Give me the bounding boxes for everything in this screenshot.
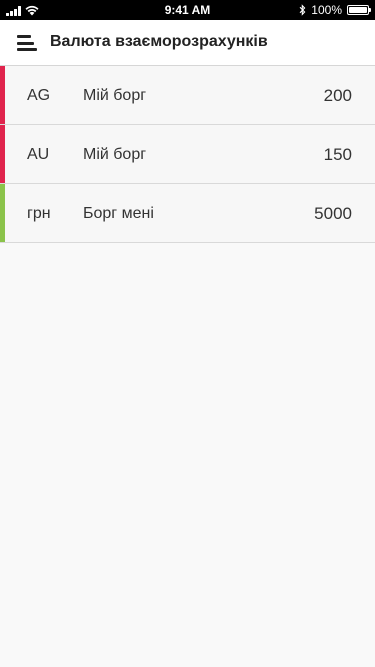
status-bar: 9:41 AM 100% [0, 0, 375, 20]
list-item[interactable]: AG Мій борг 200 [0, 66, 375, 125]
row-amount: 5000 [314, 204, 352, 223]
row-amount: 200 [323, 86, 352, 105]
battery-percent: 100% [311, 3, 342, 17]
status-right-group: 100% [299, 3, 371, 17]
list-item[interactable]: грн Борг мені 5000 [0, 184, 375, 243]
list-item[interactable]: AU Мій борг 150 [0, 125, 375, 184]
row-accent-stripe [0, 66, 5, 124]
battery-icon [347, 5, 371, 15]
row-currency: AG [27, 87, 51, 104]
row-accent-stripe [0, 125, 5, 183]
page-title: Валюта взаєморозрахунків [50, 33, 268, 50]
menu-button[interactable] [10, 28, 44, 58]
row-debt-type: Мій борг [83, 87, 147, 104]
row-debt-type: Мій борг [83, 146, 147, 163]
row-currency: AU [27, 146, 50, 163]
app-header: Валюта взаєморозрахунків [0, 20, 375, 66]
row-debt-type: Борг мені [83, 205, 154, 222]
bluetooth-icon [299, 4, 306, 16]
row-amount: 150 [323, 145, 352, 164]
hamburger-menu-icon [17, 35, 37, 51]
row-accent-stripe [0, 184, 5, 242]
currency-list: AG Мій борг 200 AU Мій борг 150 грн Борг… [0, 66, 375, 243]
row-currency: грн [27, 205, 51, 222]
